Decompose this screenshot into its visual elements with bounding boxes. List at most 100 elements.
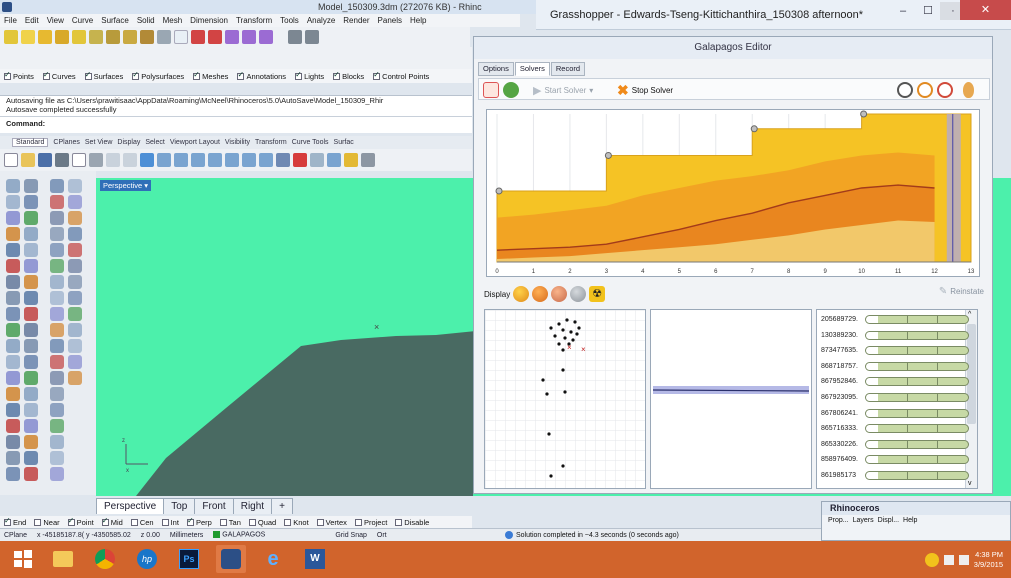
- side-tool-icon[interactable]: [6, 243, 20, 257]
- side-tool-icon[interactable]: [6, 387, 20, 401]
- side-tool-icon[interactable]: [6, 291, 20, 305]
- bulb-icon[interactable]: [38, 30, 52, 44]
- checkbox[interactable]: [130, 518, 138, 526]
- target-icon[interactable]: [288, 30, 302, 44]
- grasshopper-title-bar[interactable]: Grasshopper - Edwards-Tseng-Kittichanthi…: [536, 0, 1011, 30]
- osnap-disable[interactable]: Disable: [395, 518, 429, 527]
- layer-icon[interactable]: [174, 30, 188, 44]
- start-button[interactable]: [8, 545, 38, 573]
- toolbar-tab-display[interactable]: Display: [117, 139, 140, 146]
- checkbox[interactable]: [284, 518, 292, 526]
- camera-icon[interactable]: [310, 153, 324, 167]
- clipboard-icon[interactable]: [123, 153, 137, 167]
- filter-points[interactable]: Points: [4, 70, 34, 81]
- galapagos-title[interactable]: Galapagos Editor: [474, 37, 992, 59]
- start-solver-button[interactable]: ▶ Start Solver ▾: [533, 82, 593, 98]
- side-tool-icon[interactable]: [50, 451, 64, 465]
- taskbar-photoshop[interactable]: Ps: [174, 545, 204, 573]
- maximize-icon[interactable]: ☐: [917, 2, 939, 20]
- network-icon[interactable]: [943, 554, 954, 565]
- checkbox[interactable]: [237, 70, 245, 80]
- menu-item-edit[interactable]: Edit: [25, 16, 39, 25]
- checkbox[interactable]: [34, 518, 42, 526]
- menu-item-mesh[interactable]: Mesh: [163, 16, 183, 25]
- menu-item-view[interactable]: View: [47, 16, 64, 25]
- side-tool-icon[interactable]: [6, 275, 20, 289]
- filter-blocks[interactable]: Blocks: [333, 70, 364, 81]
- menu-item-file[interactable]: File: [4, 16, 17, 25]
- egg-button[interactable]: [963, 82, 974, 98]
- side-tool-icon[interactable]: [24, 403, 38, 417]
- side-tool-icon[interactable]: [24, 227, 38, 241]
- side-tool-icon[interactable]: [68, 179, 82, 193]
- side-tool-icon[interactable]: [50, 307, 64, 321]
- side-tool-icon[interactable]: [6, 323, 20, 337]
- clock[interactable]: 4:38 PM 3/9/2015: [974, 550, 1003, 570]
- side-tool-icon[interactable]: [24, 355, 38, 369]
- paste-icon[interactable]: [106, 153, 120, 167]
- side-tool-icon[interactable]: [6, 467, 20, 481]
- display-mode-2-icon[interactable]: [532, 286, 549, 302]
- toolbar-tab-surfac[interactable]: Surfac: [334, 139, 354, 146]
- tab-options[interactable]: Options: [478, 62, 514, 76]
- side-tool-icon[interactable]: [24, 435, 38, 449]
- osnap-near[interactable]: Near: [34, 518, 60, 527]
- menu-item-render[interactable]: Render: [343, 16, 369, 25]
- osnap-project[interactable]: Project: [354, 518, 387, 527]
- lock-icon[interactable]: [123, 30, 137, 44]
- volume-icon[interactable]: [958, 554, 969, 565]
- checkbox[interactable]: [42, 70, 50, 80]
- side-tool-icon[interactable]: [50, 419, 64, 433]
- side-tool-icon[interactable]: [24, 307, 38, 321]
- side-tool-icon[interactable]: [24, 259, 38, 273]
- rhinoceros-panel-title[interactable]: Rhinoceros: [822, 502, 1010, 515]
- side-tool-icon[interactable]: [50, 435, 64, 449]
- circle-tool-icon[interactable]: [327, 153, 341, 167]
- taskbar-hp[interactable]: hp: [132, 545, 162, 573]
- toolbar-tab-standard[interactable]: Standard: [12, 138, 49, 147]
- toolbar-tab-set-view[interactable]: Set View: [85, 139, 113, 146]
- viewport-tab-perspective[interactable]: Perspective: [96, 498, 165, 514]
- osnap-perp[interactable]: Perp: [186, 516, 212, 527]
- menu-item-panels[interactable]: Panels: [378, 16, 402, 25]
- target-icon[interactable]: [305, 30, 319, 44]
- checkbox[interactable]: [395, 518, 403, 526]
- side-tool-icon[interactable]: [24, 195, 38, 209]
- menu-item-tools[interactable]: Tools: [280, 16, 299, 25]
- undo-icon[interactable]: [140, 153, 154, 167]
- filter-annotations[interactable]: Annotations: [237, 70, 286, 81]
- bulb-icon[interactable]: [55, 30, 69, 44]
- four-view-icon[interactable]: [276, 153, 290, 167]
- side-tool-icon[interactable]: [6, 371, 20, 385]
- side-tool-icon[interactable]: [24, 467, 38, 481]
- menu-item-dimension[interactable]: Dimension: [190, 16, 228, 25]
- current-layer[interactable]: GALAPAGOS: [213, 531, 265, 539]
- side-tool-icon[interactable]: [50, 179, 64, 193]
- side-tool-icon[interactable]: [24, 211, 38, 225]
- side-tool-icon[interactable]: [68, 243, 82, 257]
- units-readout[interactable]: Millimeters: [170, 532, 203, 539]
- side-tool-icon[interactable]: [6, 451, 20, 465]
- rotate-icon[interactable]: [174, 153, 188, 167]
- zoom-all-icon[interactable]: [259, 153, 273, 167]
- osnap-mid[interactable]: Mid: [101, 516, 123, 527]
- side-tool-icon[interactable]: [24, 243, 38, 257]
- side-tool-icon[interactable]: [68, 195, 82, 209]
- grid-icon[interactable]: [157, 30, 171, 44]
- delete-icon[interactable]: [191, 30, 205, 44]
- lock-icon[interactable]: [106, 30, 120, 44]
- checkbox[interactable]: [84, 70, 92, 80]
- taskbar-chrome[interactable]: [90, 545, 120, 573]
- display-mode-1-icon[interactable]: [513, 286, 530, 302]
- bulb-icon[interactable]: [4, 30, 18, 44]
- side-tool-icon[interactable]: [6, 435, 20, 449]
- zoom-extents-icon[interactable]: [225, 153, 239, 167]
- side-tool-icon[interactable]: [24, 275, 38, 289]
- filter-lights[interactable]: Lights: [295, 70, 324, 81]
- side-tool-icon[interactable]: [6, 259, 20, 273]
- osnap-quad[interactable]: Quad: [248, 518, 276, 527]
- side-tool-icon[interactable]: [68, 291, 82, 305]
- panel-tab-displ[interactable]: Displ...: [878, 517, 899, 524]
- genome-row[interactable]: 861985173: [821, 468, 977, 483]
- checkbox[interactable]: [4, 70, 11, 80]
